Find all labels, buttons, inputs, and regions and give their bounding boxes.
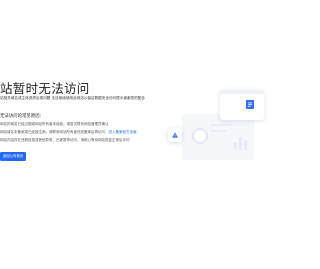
illustration-bar [234, 142, 237, 150]
illustration-line [210, 130, 226, 132]
reasons-heading: 无法访问的常见原因： [0, 114, 44, 119]
filing-link[interactable]: 进入备案官方页面 [109, 130, 137, 134]
warning-icon [172, 132, 178, 138]
reason-item: 网站的域名已经过期或网站所有者未续费，请尝试联系网站管理员确认 [0, 122, 109, 127]
page-title: 站暂时无法访问 [0, 81, 90, 96]
reason-text: 网站域名未备案或已经被注销，请联系网站所有者完成备案后再访问， [0, 130, 109, 134]
illustration-front-window [220, 90, 264, 120]
error-illustration [168, 84, 272, 164]
illustration-line [210, 124, 232, 126]
page-description: 站相关域名或主体资质出现问题 无法继续使用此网站以保证数据安全访问提示谢谢您的配… [0, 96, 145, 100]
reason-text: 网站内容存在违规信息或其他异常，已被暂停访问，请耐心等待网站恢复正常后访问 [0, 138, 130, 142]
illustration-circle [192, 128, 208, 144]
illustration-bar [244, 140, 247, 150]
error-page: 站暂时无法访问 站相关域名或主体资质出现问题 无法继续使用此网站以保证数据安全访… [0, 0, 272, 269]
back-home-button[interactable]: 返回公司首页 [0, 152, 26, 161]
reason-item: 网站内容存在违规信息或其他异常，已被暂停访问，请耐心等待网站恢复正常后访问 [0, 138, 130, 143]
warning-card [168, 128, 182, 142]
reason-item: 网站域名未备案或已经被注销，请联系网站所有者完成备案后再访问，进入备案官方页面 [0, 130, 137, 135]
illustration-window-bar [220, 90, 264, 94]
reason-text: 网站的域名已经过期或网站所有者未续费，请尝试联系网站管理员确认 [0, 122, 109, 126]
illustration-bar [239, 137, 242, 150]
document-icon [246, 100, 254, 109]
